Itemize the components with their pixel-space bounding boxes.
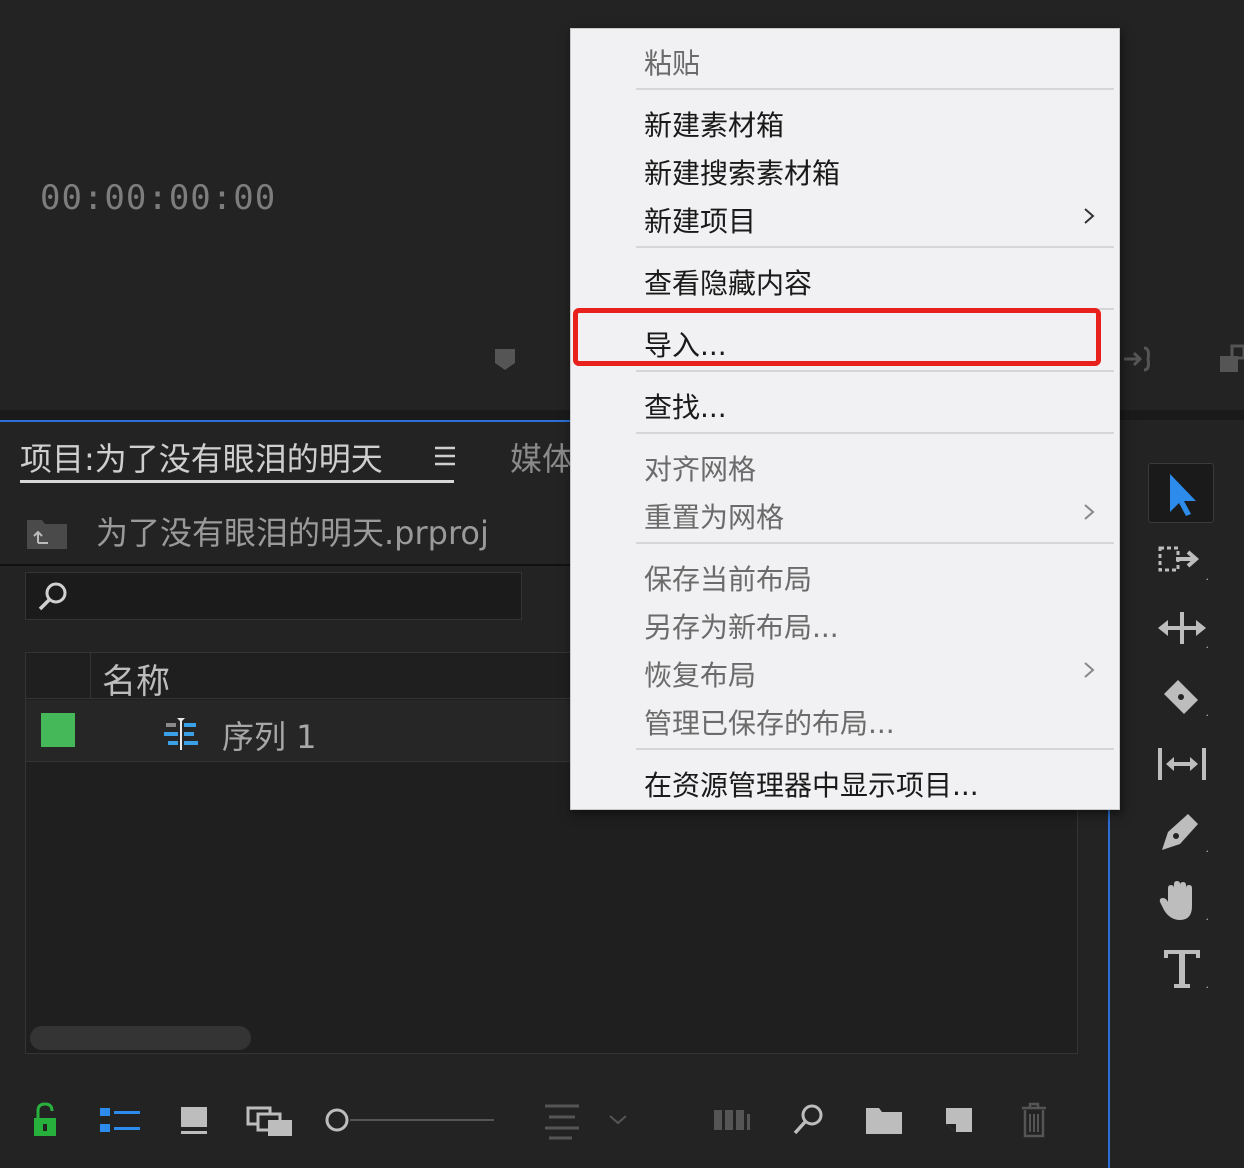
project-up-folder-icon[interactable] bbox=[26, 516, 68, 550]
submenu-chevron-icon bbox=[1084, 662, 1095, 678]
go-to-out-icon[interactable] bbox=[1122, 342, 1156, 376]
menu-separator bbox=[636, 432, 1114, 434]
menu-item-manage-layouts[interactable]: 管理已保存的布局... bbox=[644, 702, 895, 742]
menu-item-new-search-bin[interactable]: 新建搜索素材箱 bbox=[644, 152, 840, 192]
active-tab-underline bbox=[20, 480, 454, 483]
find-icon[interactable] bbox=[790, 1100, 826, 1140]
submenu-chevron-icon bbox=[1084, 208, 1095, 224]
search-input[interactable] bbox=[25, 572, 522, 620]
menu-item-new-bin[interactable]: 新建素材箱 bbox=[644, 104, 784, 144]
menu-item-reset-to-grid[interactable]: 重置为网格 bbox=[644, 496, 784, 536]
freeform-view-icon[interactable] bbox=[246, 1100, 294, 1140]
ripple-edit-tool-icon[interactable] bbox=[1154, 604, 1210, 654]
submenu-chevron-icon bbox=[1084, 504, 1095, 520]
item-name: 序列 1 bbox=[222, 718, 317, 756]
timecode-display[interactable]: 00:00:00:00 bbox=[40, 178, 276, 218]
new-bin-icon[interactable] bbox=[864, 1100, 904, 1140]
menu-item-save-layout[interactable]: 保存当前布局 bbox=[644, 558, 812, 598]
hand-tool-icon[interactable] bbox=[1154, 876, 1210, 926]
menu-item-save-as-new-layout[interactable]: 另存为新布局... bbox=[644, 606, 839, 646]
pen-tool-icon[interactable] bbox=[1154, 808, 1210, 858]
project-file-name: 为了没有眼泪的明天.prproj bbox=[96, 514, 489, 552]
menu-separator bbox=[636, 246, 1114, 248]
menu-separator bbox=[636, 748, 1114, 750]
type-tool-icon[interactable] bbox=[1154, 944, 1210, 994]
razor-tool-icon[interactable] bbox=[1154, 672, 1210, 722]
menu-separator bbox=[636, 542, 1114, 544]
menu-item-align-to-grid[interactable]: 对齐网格 bbox=[644, 448, 756, 488]
search-icon bbox=[38, 582, 67, 611]
tools-panel bbox=[1128, 420, 1244, 1168]
selection-tool-icon[interactable] bbox=[1154, 468, 1210, 518]
sort-icon[interactable] bbox=[542, 1100, 582, 1140]
menu-item-find[interactable]: 查找... bbox=[644, 386, 727, 426]
panel-menu-icon[interactable] bbox=[432, 443, 458, 469]
sequence-icon bbox=[164, 718, 198, 750]
annotation-highlight-box bbox=[573, 308, 1101, 366]
tab-project[interactable]: 项目:为了没有眼泪的明天 bbox=[20, 434, 383, 480]
menu-item-restore-layout[interactable]: 恢复布局 bbox=[644, 654, 756, 694]
column-header-name[interactable]: 名称 bbox=[102, 654, 170, 703]
icon-view-icon[interactable] bbox=[178, 1100, 210, 1140]
new-item-icon[interactable] bbox=[942, 1100, 976, 1140]
zoom-slider[interactable] bbox=[322, 1100, 498, 1140]
label-color-swatch[interactable] bbox=[41, 713, 75, 747]
menu-separator bbox=[636, 370, 1114, 372]
menu-item-paste[interactable]: 粘贴 bbox=[644, 42, 700, 82]
horizontal-scrollbar[interactable] bbox=[30, 1026, 251, 1050]
menu-item-new-item[interactable]: 新建项目 bbox=[644, 200, 756, 240]
column-divider[interactable] bbox=[90, 653, 91, 699]
automate-to-sequence-icon[interactable] bbox=[712, 1100, 754, 1140]
menu-separator bbox=[636, 88, 1114, 90]
menu-item-reveal-in-explorer[interactable]: 在资源管理器中显示项目... bbox=[644, 764, 979, 804]
marker-icon[interactable] bbox=[493, 347, 517, 371]
clear-trash-icon[interactable] bbox=[1018, 1100, 1050, 1140]
sort-dropdown-icon[interactable] bbox=[606, 1100, 630, 1140]
track-select-forward-icon[interactable] bbox=[1154, 536, 1210, 586]
tab-media-browser[interactable]: 媒体 bbox=[510, 434, 574, 480]
export-frame-icon[interactable] bbox=[1218, 342, 1244, 376]
menu-item-view-hidden[interactable]: 查看隐藏内容 bbox=[644, 262, 812, 302]
lock-icon[interactable] bbox=[30, 1100, 60, 1140]
list-view-icon[interactable] bbox=[98, 1100, 142, 1140]
slip-tool-icon[interactable] bbox=[1154, 740, 1210, 790]
